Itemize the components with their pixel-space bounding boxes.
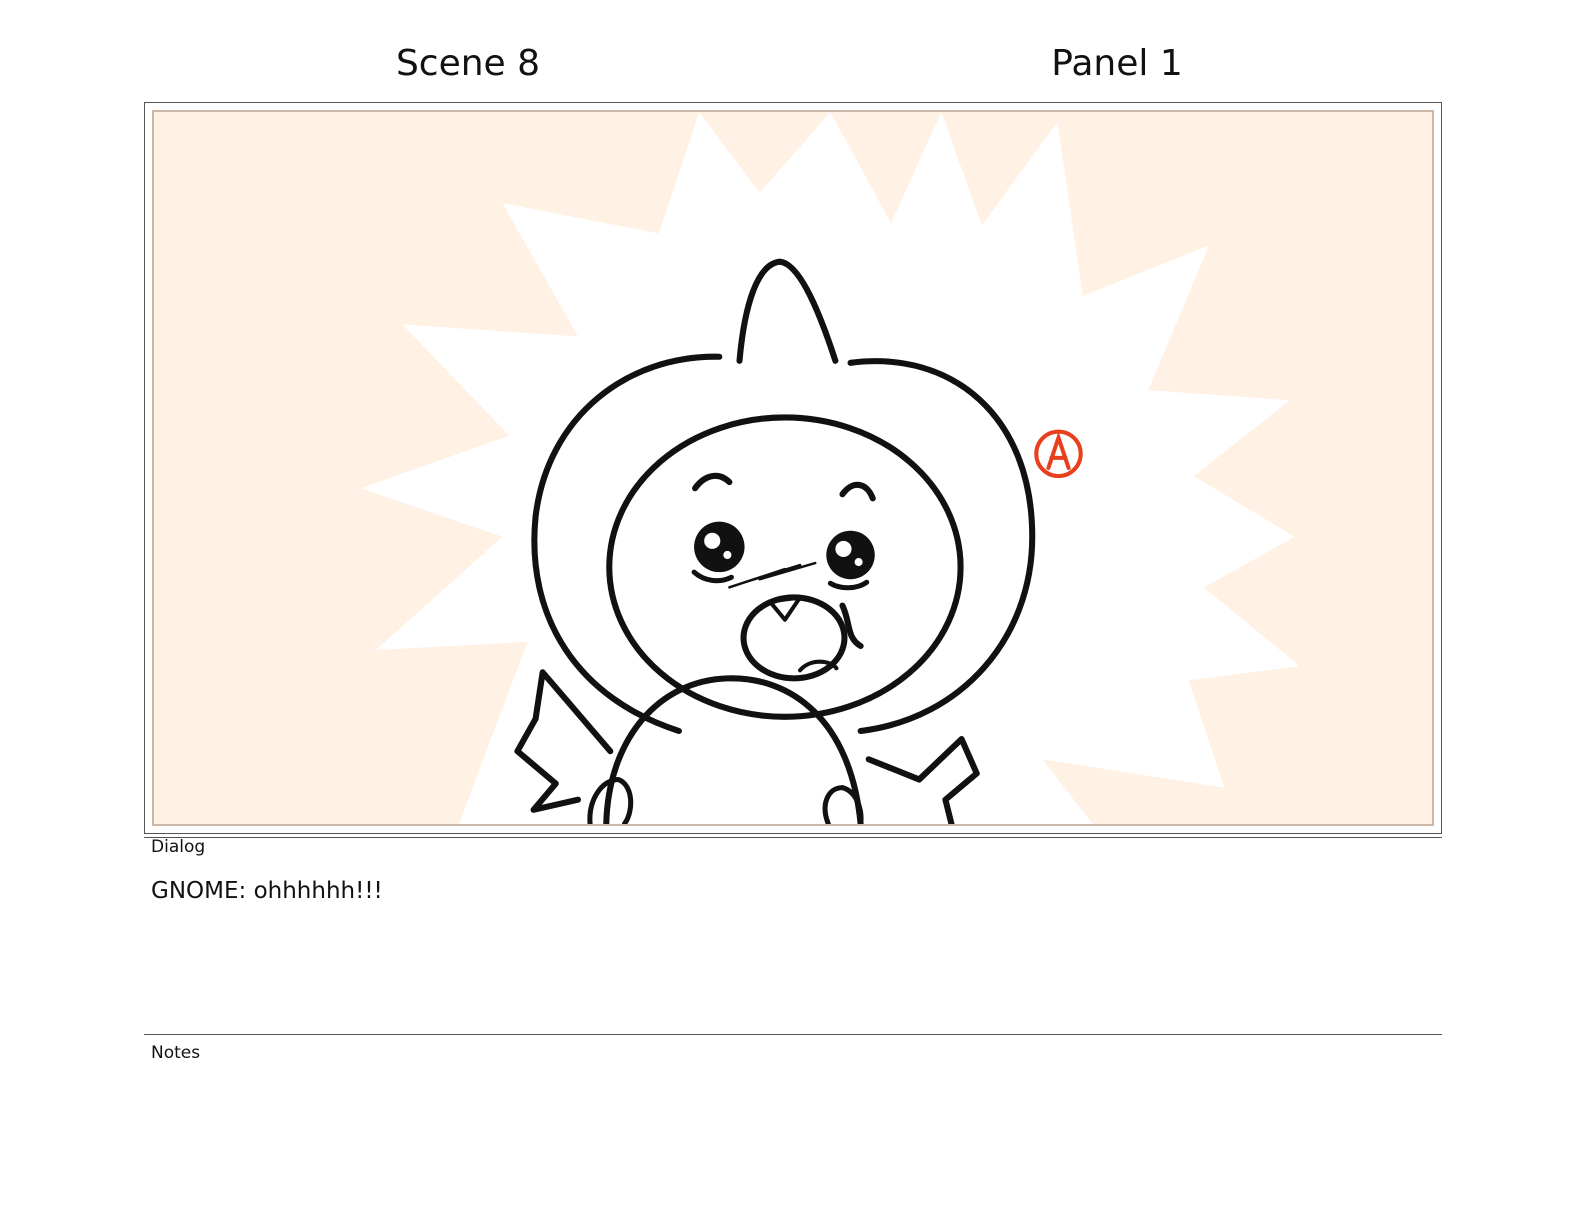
- notes-divider: [144, 1034, 1442, 1035]
- storyboard-panel-image: [152, 110, 1434, 826]
- storyboard-panel-frame: [144, 102, 1442, 834]
- dialog-divider: [144, 837, 1442, 838]
- scene-number: Scene 8: [395, 43, 541, 84]
- gnome-drawing: [154, 112, 1432, 824]
- dialog-text: GNOME: ohhhhhh!!!: [151, 878, 383, 904]
- notes-label: Notes: [151, 1043, 201, 1063]
- right-eye: [826, 530, 875, 580]
- panel-number: Panel 1: [1051, 43, 1183, 84]
- left-eye: [694, 521, 745, 573]
- dialog-label: Dialog: [151, 837, 206, 857]
